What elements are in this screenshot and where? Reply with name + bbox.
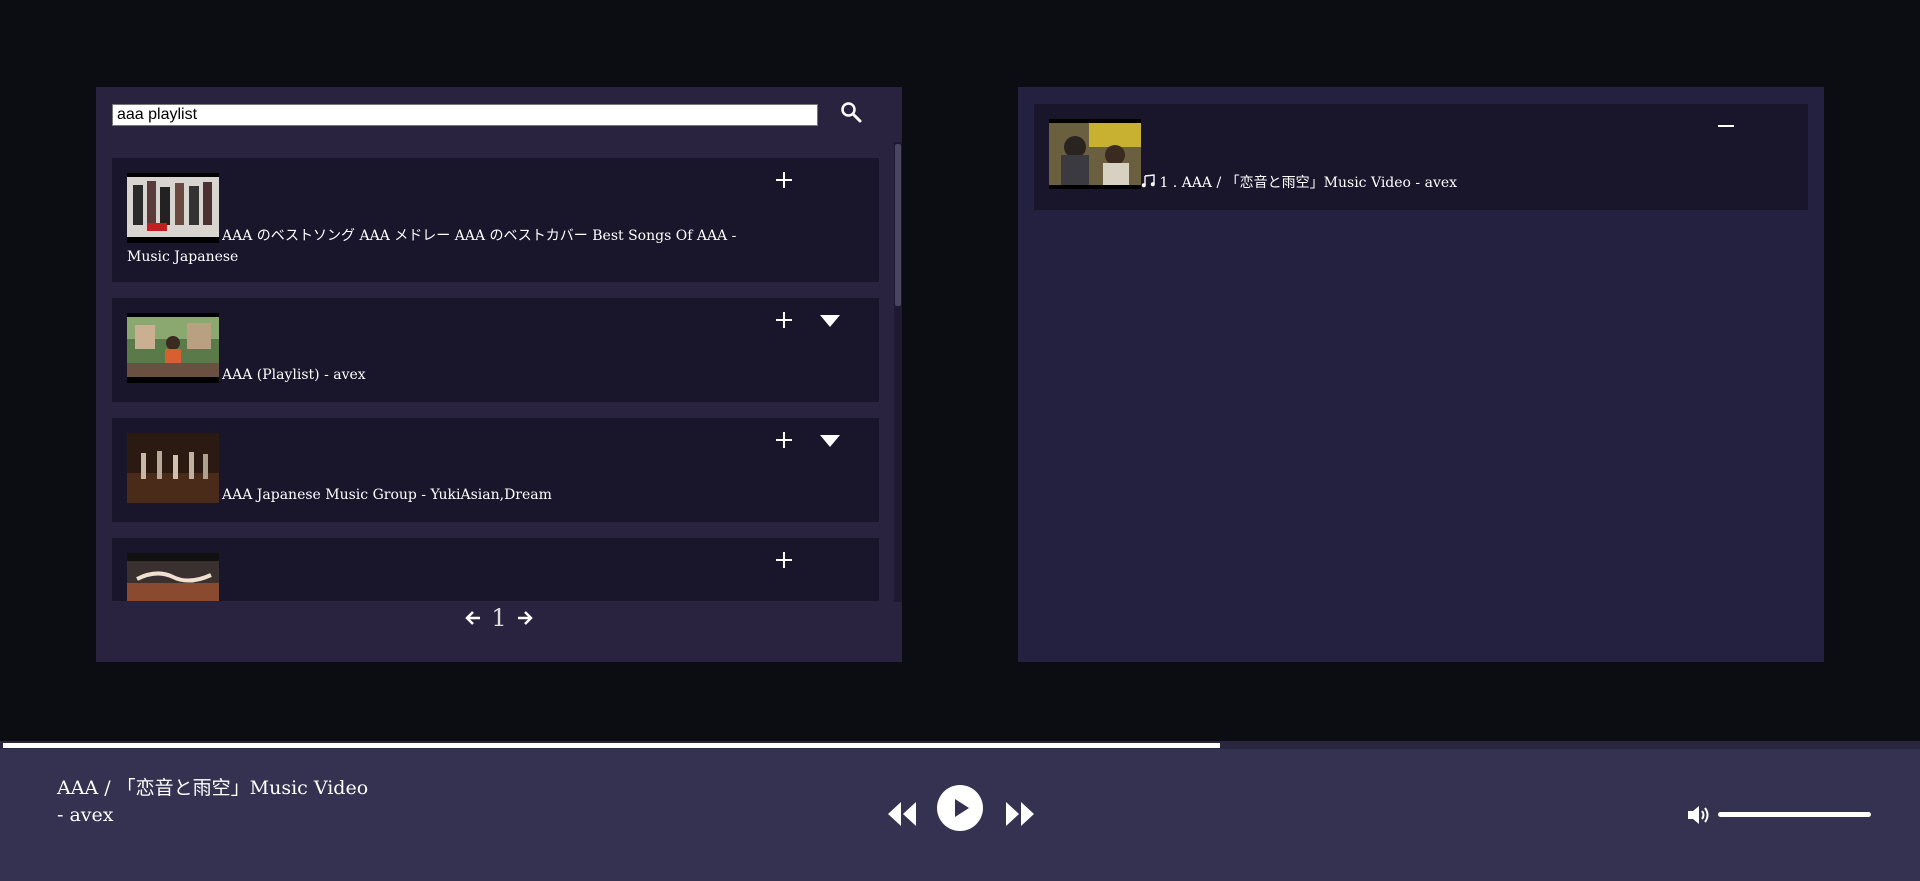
search-input[interactable] xyxy=(112,104,818,126)
previous-page-button[interactable] xyxy=(463,608,483,628)
now-playing-title: AAA / 「恋音と雨空」Music Video - avex xyxy=(57,777,369,826)
arrow-right-icon xyxy=(517,611,533,625)
result-title: AAA のベストソング AAA メドレー AAA のベストカバー Best So… xyxy=(127,228,737,265)
remove-from-queue-button[interactable] xyxy=(1715,114,1739,138)
result-thumbnail xyxy=(127,553,219,601)
add-to-queue-button[interactable] xyxy=(772,168,796,192)
result-item[interactable]: AAA のベストソング AAA メドレー AAA のベストカバー Best So… xyxy=(112,158,879,282)
queue-item[interactable]: 1 . AAA / 「恋音と雨空」Music Video - avex xyxy=(1034,104,1808,210)
fast-forward-icon xyxy=(1006,802,1034,826)
search-icon xyxy=(841,102,862,123)
results-scrollbar[interactable] xyxy=(894,142,902,602)
next-track-button[interactable] xyxy=(1005,800,1035,828)
expand-playlist-button[interactable] xyxy=(816,310,842,330)
volume-button[interactable] xyxy=(1687,803,1713,827)
result-item[interactable] xyxy=(112,538,879,601)
rewind-icon xyxy=(888,802,916,826)
add-to-queue-button[interactable] xyxy=(772,548,796,572)
volume-slider[interactable] xyxy=(1718,812,1871,817)
result-item[interactable]: AAA Japanese Music Group - YukiAsian,Dre… xyxy=(112,418,879,522)
result-thumbnail xyxy=(127,313,219,383)
search-results-list: AAA のベストソング AAA メドレー AAA のベストカバー Best So… xyxy=(96,143,902,601)
music-note-icon xyxy=(1141,174,1155,188)
search-panel: AAA のベストソング AAA メドレー AAA のベストカバー Best So… xyxy=(96,87,902,662)
player-bar: AAA / 「恋音と雨空」Music Video - avex xyxy=(0,749,1920,881)
add-to-queue-button[interactable] xyxy=(772,428,796,452)
queue-panel: 1 . AAA / 「恋音と雨空」Music Video - avex xyxy=(1018,87,1824,662)
current-page-number: 1 xyxy=(491,604,507,632)
queue-thumbnail xyxy=(1049,119,1141,189)
expand-playlist-button[interactable] xyxy=(816,430,842,450)
result-title: AAA (Playlist) - avex xyxy=(222,367,366,383)
playback-progress-fill xyxy=(3,743,1220,748)
playback-progress-bar[interactable] xyxy=(0,741,1920,749)
volume-icon xyxy=(1688,806,1709,824)
next-page-button[interactable] xyxy=(515,608,535,628)
add-to-queue-button[interactable] xyxy=(772,308,796,332)
queue-item-title: 1 . AAA / 「恋音と雨空」Music Video - avex xyxy=(1141,173,1457,194)
arrow-left-icon xyxy=(465,611,481,625)
play-button[interactable] xyxy=(937,785,983,831)
result-thumbnail xyxy=(127,433,219,503)
search-button[interactable] xyxy=(836,97,866,127)
result-item[interactable]: AAA (Playlist) - avex xyxy=(112,298,879,402)
previous-track-button[interactable] xyxy=(887,800,917,828)
scrollbar-thumb[interactable] xyxy=(895,144,901,306)
result-title: AAA Japanese Music Group - YukiAsian,Dre… xyxy=(222,487,552,503)
pagination: 1 xyxy=(96,604,902,632)
